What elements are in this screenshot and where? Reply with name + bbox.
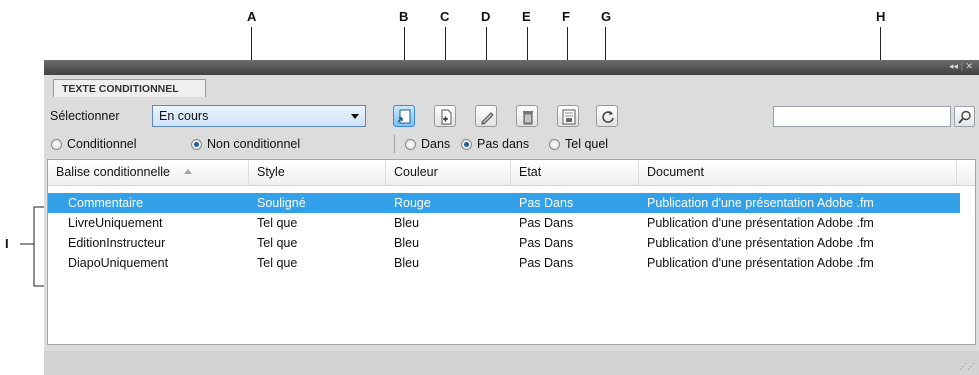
select-label: Sélectionner [50,109,120,123]
condition-tag-table: Balise conditionnelle Style Couleur Etat… [47,159,976,345]
cell-tag: LivreUniquement [68,216,163,230]
column-header-state[interactable]: Etat [511,160,639,185]
edit-condition-button[interactable] [475,105,497,127]
search-button[interactable] [954,106,975,127]
show-hide-icon [562,109,576,125]
table-row[interactable]: DiapoUniquement Tel que Bleu Pas Dans Pu… [48,253,960,273]
cell-color: Rouge [394,196,431,210]
sort-up-icon [183,169,192,174]
refresh-icon [602,111,614,123]
cell-document: Publication d'une présentation Adobe .fm [647,196,874,210]
cell-state: Pas Dans [519,196,574,210]
column-header-tag[interactable]: Balise conditionnelle [48,160,249,185]
table-row[interactable]: EditionInstructeur Tel que Bleu Pas Dans… [48,233,960,253]
cell-color: Bleu [394,216,420,230]
callout-b: B [399,9,409,24]
cell-tag: EditionInstructeur [68,236,166,250]
cell-style: Souligné [257,196,306,210]
radio-as-is[interactable] [549,139,560,150]
callout-i: I [5,236,9,251]
cell-state: Pas Dans [519,256,574,270]
trash-icon [523,111,533,125]
callout-c: C [440,9,450,24]
pencil-icon [481,112,494,125]
apply-tag-icon [397,109,411,124]
column-header-document-label: Document [647,165,704,179]
radio-as-is-label: Tel quel [565,137,609,151]
radio-unconditional-label: Non conditionnel [207,137,301,151]
callout-a: A [247,9,257,24]
radio-in[interactable] [405,139,416,150]
column-header-document[interactable]: Document [639,160,957,185]
cell-document: Publication d'une présentation Adobe .fm [647,256,874,270]
refresh-button[interactable] [596,105,618,127]
cell-color: Bleu [394,236,420,250]
radio-unconditional[interactable] [191,139,202,150]
table-row[interactable]: Commentaire Souligné Rouge Pas Dans Publ… [48,193,960,213]
radio-conditional-label: Conditionnel [67,137,137,151]
cell-tag: Commentaire [68,196,144,210]
cell-tag: DiapoUniquement [68,256,169,270]
cell-state: Pas Dans [519,236,574,250]
radio-conditional[interactable] [51,139,62,150]
search-input[interactable] [773,106,951,127]
status-bar: ⋰⋰ [44,351,979,375]
search-icon [958,110,971,124]
column-header-color[interactable]: Couleur [386,160,511,185]
column-header-style-label: Style [257,165,285,179]
radio-not-in[interactable] [461,139,472,150]
panel-controls: ◂◂ | ✕ [949,61,973,71]
filter-separator [394,135,395,153]
column-header-color-label: Couleur [394,165,438,179]
cell-style: Tel que [257,216,298,230]
conditional-text-panel: TEXTE CONDITIONNEL Sélectionner En cours [44,75,979,375]
cell-style: Tel que [257,236,298,250]
condition-dropdown-value: En cours [159,109,209,123]
column-header-tag-label: Balise conditionnelle [56,165,170,179]
callout-g: G [601,9,612,24]
column-header-style[interactable]: Style [249,160,386,185]
radio-not-in-label: Pas dans [477,137,530,151]
callout-d: D [481,9,491,24]
callout-f: F [562,9,570,24]
tab-conditional-text[interactable]: TEXTE CONDITIONNEL [53,79,206,97]
close-icon[interactable]: ✕ [965,61,973,71]
condition-dropdown[interactable]: En cours [152,105,366,127]
cell-document: Publication d'une présentation Adobe .fm [647,216,874,230]
cell-document: Publication d'une présentation Adobe .fm [647,236,874,250]
cell-state: Pas Dans [519,216,574,230]
radio-in-label: Dans [421,137,451,151]
new-condition-button[interactable] [434,105,456,127]
cell-style: Tel que [257,256,298,270]
column-header-state-label: Etat [519,165,542,179]
delete-condition-button[interactable] [516,105,538,127]
cell-color: Bleu [394,256,420,270]
apply-condition-button[interactable] [393,105,415,127]
table-row[interactable]: LivreUniquement Tel que Bleu Pas Dans Pu… [48,213,960,233]
double-left-arrow-icon[interactable]: ◂◂ [949,61,958,71]
panel-titlebar: ◂◂ | ✕ [44,60,979,75]
new-document-icon [441,109,452,125]
show-hide-button[interactable] [557,105,579,127]
callout-h: H [876,9,886,24]
callout-e: E [522,9,531,24]
resize-grip-icon[interactable]: ⋰⋰ [959,362,975,371]
chevron-down-icon [351,114,359,119]
table-header: Balise conditionnelle Style Couleur Etat… [48,160,975,186]
